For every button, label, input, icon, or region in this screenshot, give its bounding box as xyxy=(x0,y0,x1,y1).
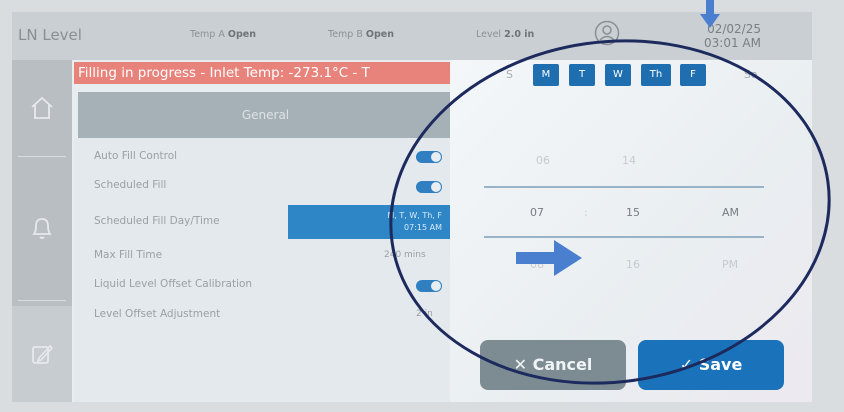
sidebar-divider xyxy=(18,156,66,157)
save-button[interactable]: ✓ Save xyxy=(638,340,784,390)
nav-home-button[interactable] xyxy=(12,60,72,156)
temp-b-status: Temp B Open xyxy=(328,29,394,40)
scheduled-time-value: 07:15 AM xyxy=(404,223,442,232)
hour-next[interactable]: 08 xyxy=(530,258,544,271)
edit-icon xyxy=(32,344,54,364)
user-icon[interactable] xyxy=(594,20,620,46)
level-status: Level 2.0 in xyxy=(476,29,534,40)
date-time: 02/02/25 03:01 AM xyxy=(704,22,761,50)
day-tuesday[interactable]: T xyxy=(569,64,595,86)
scheduled-fill-daytime-label: Scheduled Fill Day/Time xyxy=(94,215,220,227)
sidebar xyxy=(12,60,72,402)
temp-a-label: Temp A xyxy=(190,29,225,40)
max-fill-time-value[interactable]: 240 mins xyxy=(384,250,426,260)
sidebar-divider xyxy=(18,300,66,301)
ampm-next[interactable]: PM xyxy=(722,258,738,271)
date: 02/02/25 xyxy=(707,22,761,36)
level-value: 2.0 in xyxy=(504,29,535,40)
cancel-button[interactable]: ✕ Cancel xyxy=(480,340,626,390)
minute-prev[interactable]: 14 xyxy=(622,154,636,167)
level-offset-adjustment-value[interactable]: 2 in xyxy=(416,309,433,319)
picker-selection-line-bottom xyxy=(484,236,764,238)
scheduled-days-value: M, T, W, Th, F xyxy=(387,211,442,220)
hour-prev[interactable]: 06 xyxy=(536,154,550,167)
level-label: Level xyxy=(476,29,502,40)
auto-fill-control-label: Auto Fill Control xyxy=(94,150,178,162)
nav-alerts-button[interactable] xyxy=(12,180,72,276)
time-separator: : xyxy=(584,206,588,219)
ampm-selected[interactable]: AM xyxy=(722,206,739,219)
general-section-header: General xyxy=(78,92,453,138)
scheduled-fill-toggle[interactable] xyxy=(416,181,442,193)
nav-edit-button[interactable] xyxy=(12,306,72,402)
scheduled-fill-daytime-field[interactable]: M, T, W, Th, F 07:15 AM xyxy=(288,205,450,239)
level-offset-adjustment-label: Level Offset Adjustment xyxy=(94,308,221,320)
scheduled-fill-label: Scheduled Fill xyxy=(94,179,167,191)
home-icon xyxy=(31,96,53,119)
save-label: Save xyxy=(698,355,743,374)
temp-a-status: Temp A Open xyxy=(190,29,256,40)
cancel-label: Cancel xyxy=(532,355,593,374)
liquid-level-offset-calibration-label: Liquid Level Offset Calibration xyxy=(94,278,253,290)
check-icon: ✓ xyxy=(679,355,699,374)
fill-status-alert: Filling in progress - Inlet Temp: -273.1… xyxy=(74,62,463,84)
top-bar: LN Level Temp A Open Temp B Open Level 2… xyxy=(12,12,812,60)
day-thursday[interactable]: Th xyxy=(641,64,671,86)
temp-b-label: Temp B xyxy=(328,29,363,40)
minute-next[interactable]: 16 xyxy=(626,258,640,271)
day-monday[interactable]: M xyxy=(533,64,559,86)
liquid-level-offset-calibration-toggle[interactable] xyxy=(416,280,442,292)
app-title: LN Level xyxy=(18,26,82,44)
day-wednesday[interactable]: W xyxy=(605,64,631,86)
picker-selection-line-top xyxy=(484,186,764,188)
temp-b-value: Open xyxy=(365,29,394,40)
temp-a-value: Open xyxy=(227,29,256,40)
day-friday[interactable]: F xyxy=(680,64,706,86)
time: 03:01 AM xyxy=(704,36,761,50)
day-sunday[interactable]: S xyxy=(506,68,513,81)
x-icon: ✕ xyxy=(513,355,533,374)
max-fill-time-label: Max Fill Time xyxy=(94,249,163,261)
bell-icon xyxy=(32,218,52,239)
hour-selected[interactable]: 07 xyxy=(530,206,544,219)
minute-selected[interactable]: 15 xyxy=(626,206,640,219)
general-settings-panel xyxy=(74,138,459,402)
auto-fill-control-toggle[interactable] xyxy=(416,151,442,163)
day-saturday[interactable]: Sa xyxy=(744,68,758,81)
